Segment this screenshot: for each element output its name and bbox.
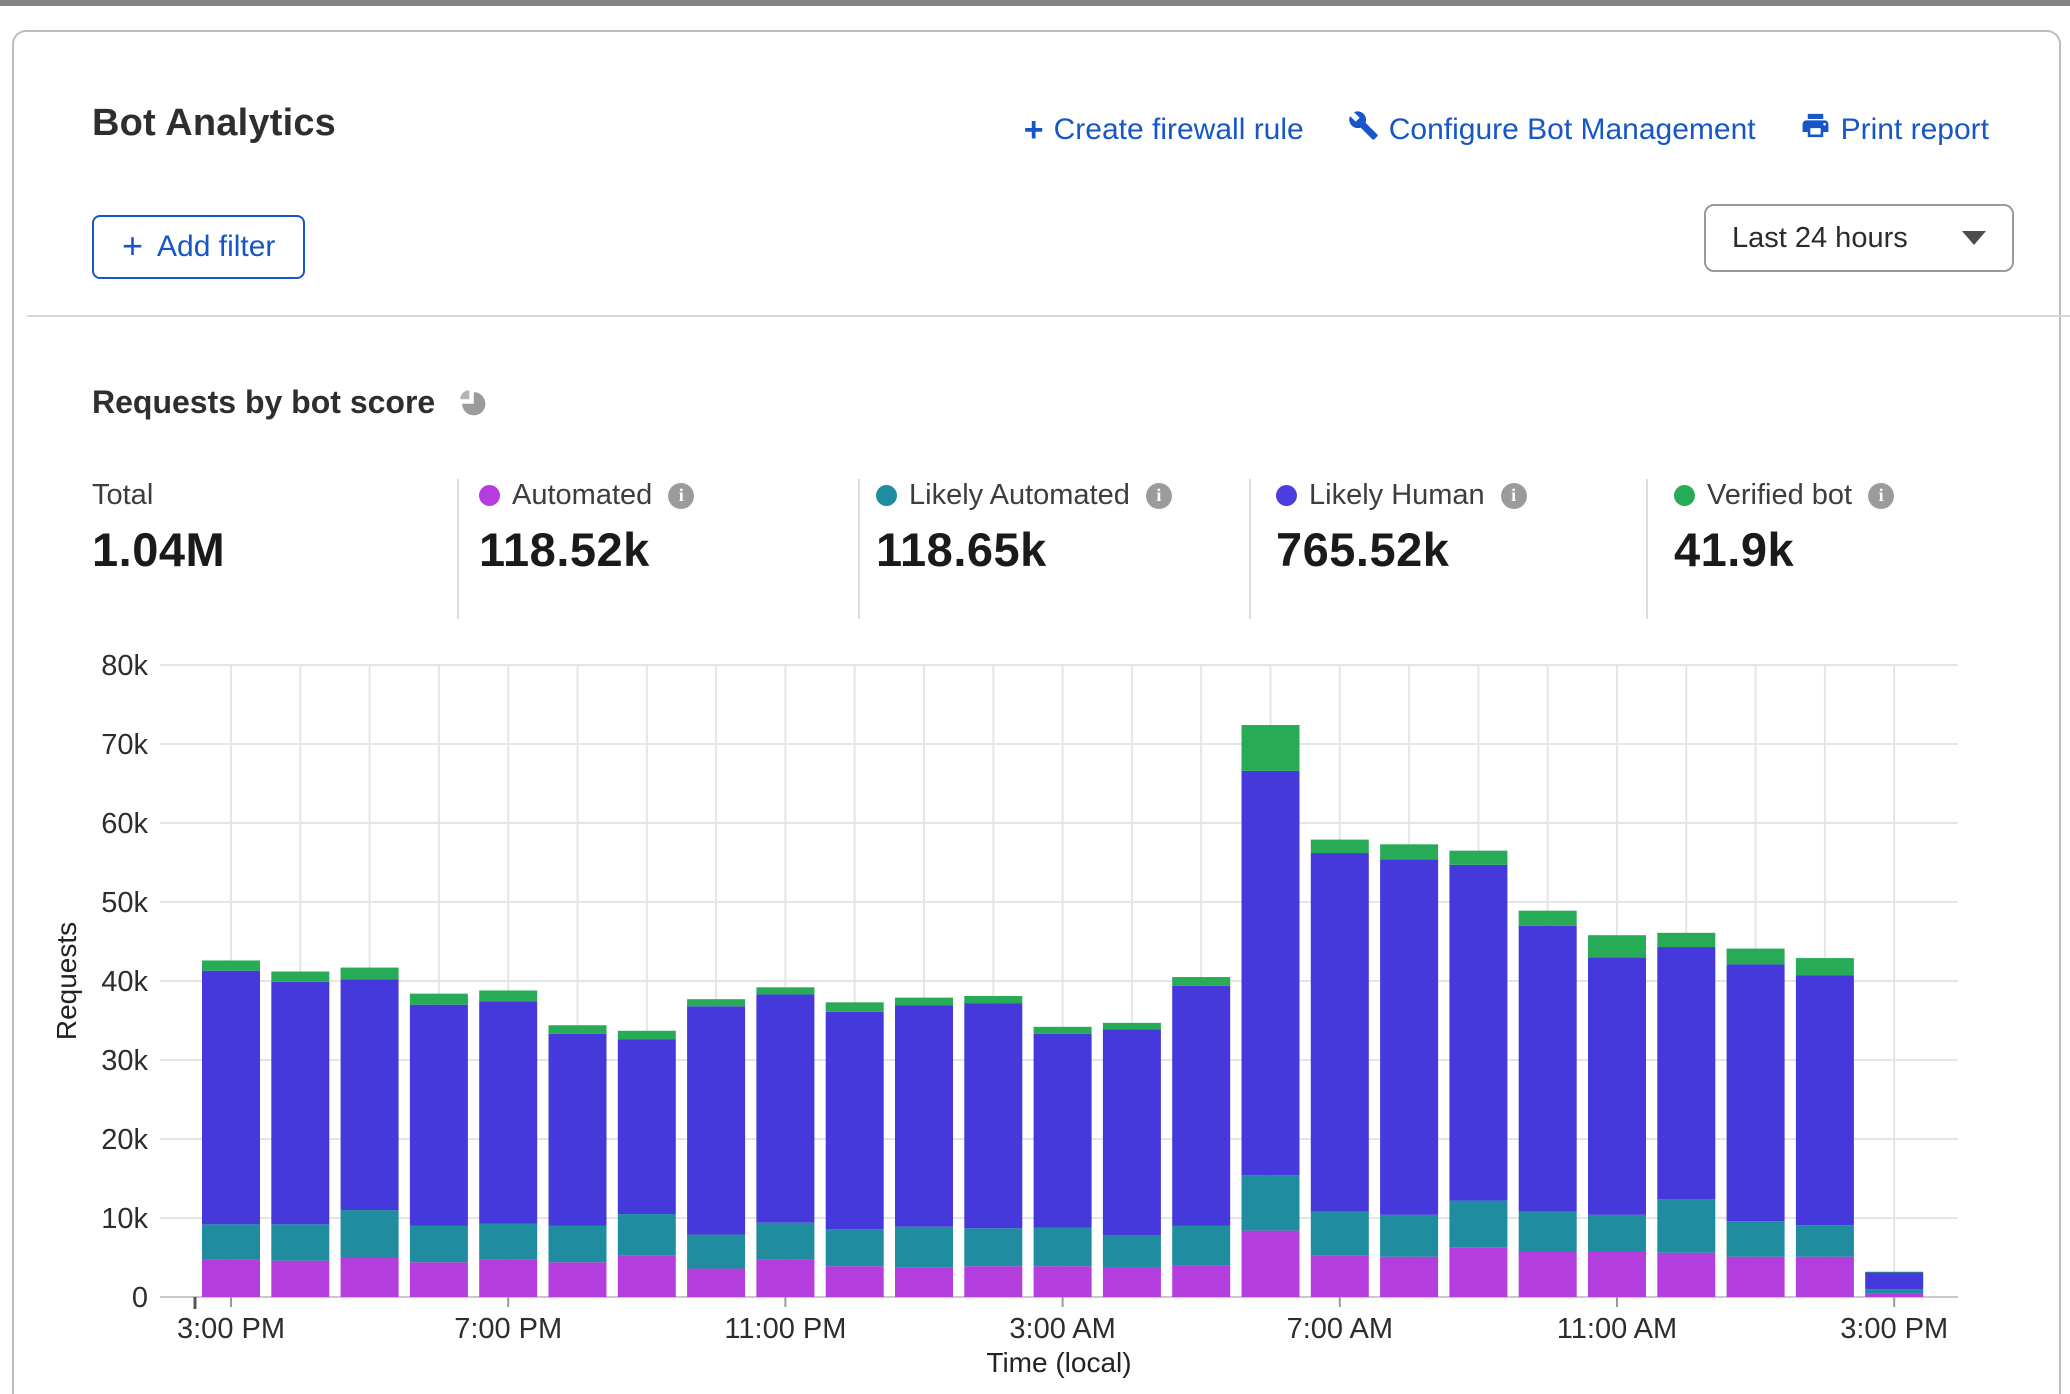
info-icon[interactable]: i [668, 483, 694, 509]
svg-text:60k: 60k [101, 808, 148, 840]
print-report-link[interactable]: Print report [1800, 110, 1989, 149]
create-firewall-rule-link[interactable]: + Create firewall rule [1024, 113, 1304, 147]
svg-text:7:00 AM: 7:00 AM [1287, 1313, 1393, 1345]
stat-verified-bot: Verified bot i 41.9k [1674, 479, 1894, 577]
wrench-icon [1348, 110, 1379, 149]
stats-divider [457, 479, 459, 619]
svg-text:70k: 70k [101, 729, 148, 761]
stat-total: Total 1.04M [92, 479, 225, 577]
svg-text:Time (local): Time (local) [986, 1347, 1131, 1378]
likely-human-dot [1276, 485, 1297, 506]
create-firewall-rule-label: Create firewall rule [1054, 113, 1304, 147]
svg-text:11:00 PM: 11:00 PM [724, 1313, 846, 1345]
bot-analytics-page: Bot Analytics + Create firewall rule Con… [0, 0, 2070, 1394]
section-title: Requests by bot score [92, 384, 435, 421]
automated-dot [479, 485, 500, 506]
stat-likely-human-value: 765.52k [1276, 522, 1527, 577]
print-report-label: Print report [1841, 113, 1989, 147]
stat-likely-automated: Likely Automated i 118.65k [876, 479, 1172, 577]
page-title: Bot Analytics [92, 102, 336, 145]
likely-automated-dot [876, 485, 897, 506]
plus-icon: + [122, 225, 143, 267]
time-range-value: Last 24 hours [1732, 222, 1908, 255]
configure-bot-management-link[interactable]: Configure Bot Management [1348, 110, 1756, 149]
svg-text:3:00 AM: 3:00 AM [1009, 1313, 1115, 1345]
svg-text:80k: 80k [101, 650, 148, 682]
svg-text:10k: 10k [101, 1203, 148, 1235]
requests-by-bot-score-chart: 0 10k 20k 30k 40k 50k 60k 70k 80k 3:00 PM 7:00 PM 1… [0, 620, 2070, 1394]
configure-bot-management-label: Configure Bot Management [1389, 113, 1756, 147]
pie-chart-icon [457, 387, 488, 418]
stat-likely-automated-value: 118.65k [876, 522, 1172, 577]
chevron-down-icon [1962, 231, 1986, 245]
header-actions: + Create firewall rule Configure Bot Man… [1024, 110, 1989, 149]
verified-bot-dot [1674, 485, 1695, 506]
svg-text:50k: 50k [101, 887, 148, 919]
svg-text:7:00 PM: 7:00 PM [454, 1313, 562, 1345]
stats-divider [858, 479, 860, 619]
stats-divider [1249, 479, 1251, 619]
top-border-strip [0, 0, 2070, 6]
svg-text:40k: 40k [101, 966, 148, 998]
add-filter-label: Add filter [157, 230, 275, 264]
stat-verified-bot-label: Verified bot [1707, 479, 1852, 512]
add-filter-button[interactable]: + Add filter [92, 215, 305, 279]
svg-text:0: 0 [132, 1282, 148, 1314]
plus-icon: + [1024, 115, 1044, 145]
stat-verified-bot-value: 41.9k [1674, 522, 1894, 577]
stat-automated: Automated i 118.52k [479, 479, 694, 577]
info-icon[interactable]: i [1501, 483, 1527, 509]
svg-text:Requests: Requests [51, 922, 82, 1040]
stat-total-label: Total [92, 479, 153, 512]
stat-total-value: 1.04M [92, 522, 225, 577]
time-range-select[interactable]: Last 24 hours [1704, 204, 2014, 272]
stat-likely-human: Likely Human i 765.52k [1276, 479, 1527, 577]
info-icon[interactable]: i [1146, 483, 1172, 509]
info-icon[interactable]: i [1868, 483, 1894, 509]
stats-divider [1646, 479, 1648, 619]
printer-icon [1800, 110, 1831, 149]
stat-likely-automated-label: Likely Automated [909, 479, 1130, 512]
header-divider [27, 315, 2070, 317]
svg-text:3:00 PM: 3:00 PM [177, 1313, 285, 1345]
stat-automated-value: 118.52k [479, 522, 694, 577]
stat-likely-human-label: Likely Human [1309, 479, 1485, 512]
svg-text:11:00 AM: 11:00 AM [1557, 1313, 1677, 1345]
stats-row: Total 1.04M Automated i 118.52k Likely A… [14, 479, 2070, 629]
stat-automated-label: Automated [512, 479, 652, 512]
svg-text:30k: 30k [101, 1045, 148, 1077]
svg-text:20k: 20k [101, 1124, 148, 1156]
svg-text:3:00 PM: 3:00 PM [1840, 1313, 1948, 1345]
section-title-row: Requests by bot score [92, 384, 488, 421]
